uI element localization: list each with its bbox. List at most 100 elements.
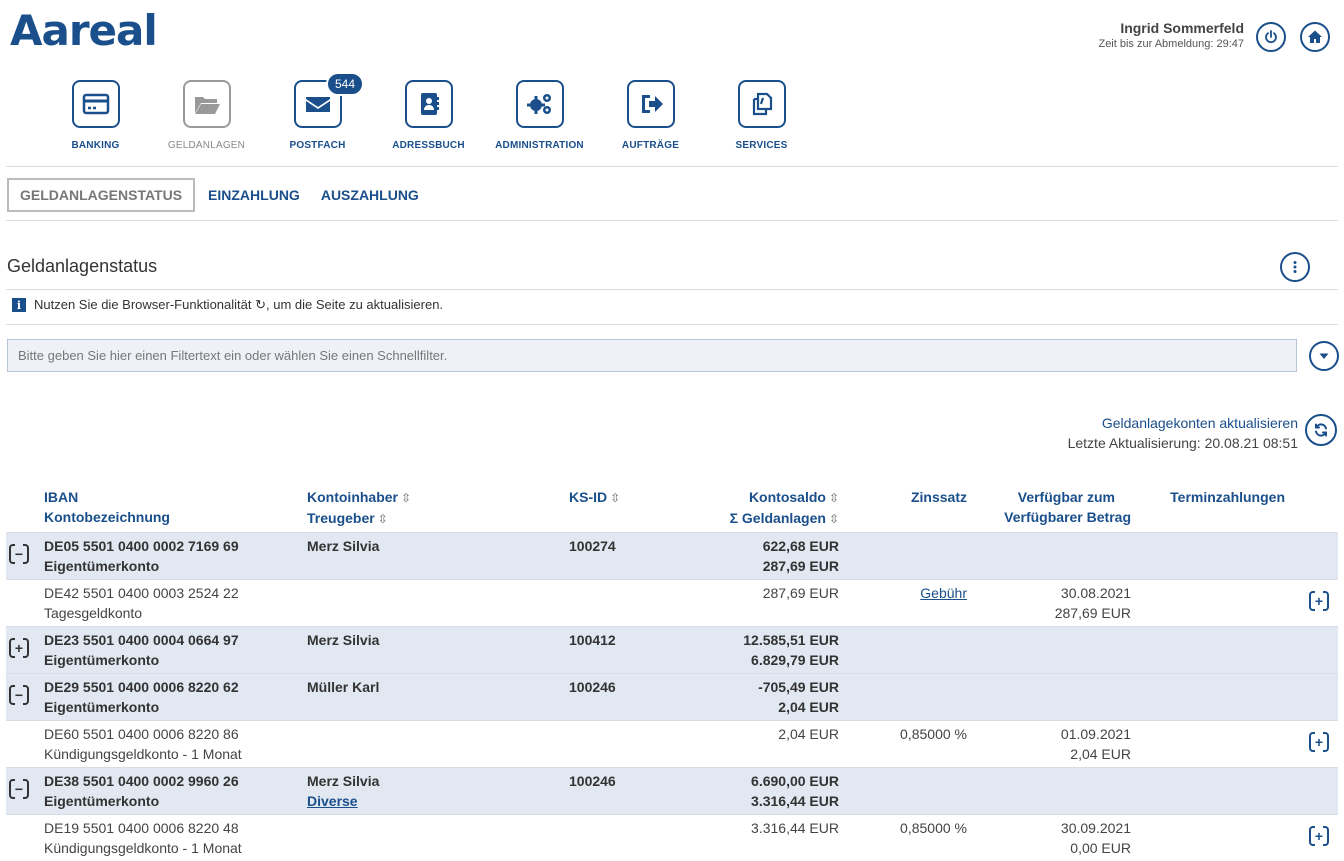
quick-filter-dropdown-button[interactable] (1309, 341, 1339, 371)
power-icon (1265, 30, 1277, 44)
aareal-logo[interactable]: Aareal (10, 6, 158, 55)
header-kontosaldo[interactable]: Kontosaldo ⇳ Σ Geldanlagen ⇳ (719, 484, 839, 533)
treugeber (307, 556, 569, 576)
kontobezeichnung: Kündigungsgeldkonto - 1 Monat (44, 746, 242, 762)
treugeber (307, 650, 569, 670)
header-kontobezeichnung-label: Kontobezeichnung (44, 509, 170, 525)
ks-id: 100274 (569, 538, 616, 554)
more-options-button[interactable] (1280, 252, 1310, 282)
divider (6, 289, 1338, 290)
ks-id: 100246 (569, 773, 616, 789)
kontosaldo: 287,69 EUR (762, 585, 839, 601)
vertical-dots-icon (1293, 261, 1297, 273)
nav-postfach[interactable]: 544 POSTFACH (262, 72, 373, 151)
kontoinhaber (307, 724, 569, 744)
header-terminzahlungen: Terminzahlungen (1170, 489, 1285, 505)
tab-einzahlung[interactable]: EINZAHLUNG (208, 187, 300, 203)
user-name: Ingrid Sommerfeld (1120, 20, 1244, 36)
sort-icon[interactable]: ⇳ (378, 512, 388, 526)
ks-id (569, 724, 719, 744)
summe-geldanlagen: 2,04 EUR (778, 699, 839, 715)
nav-label: POSTFACH (289, 140, 346, 151)
treugeber[interactable]: Diverse (307, 791, 569, 811)
nav-label: BANKING (71, 140, 120, 151)
iban: DE29 5501 0400 0006 8220 62 (44, 679, 239, 695)
header-verfuegbar: Verfügbar zum Verfügbarer Betrag (979, 484, 1131, 533)
divider (6, 220, 1338, 221)
collapse-row-button[interactable]: − (9, 685, 29, 705)
divider (6, 324, 1338, 325)
summe-geldanlagen: 3.316,44 EUR (751, 793, 839, 809)
nav-label: ADMINISTRATION (495, 140, 584, 151)
divider (6, 166, 1338, 167)
kontobezeichnung: Kündigungsgeldkonto - 1 Monat (44, 840, 242, 856)
kontobezeichnung: Tagesgeldkonto (44, 605, 143, 621)
ks-id (569, 583, 719, 603)
account-child-row: DE19 5501 0400 0006 8220 48 Kündigungsgel… (6, 814, 1338, 861)
verfuegbarer-betrag: 2,04 EUR (1070, 746, 1131, 762)
nav-services[interactable]: SERVICES (706, 80, 817, 151)
kontoinhaber: Merz Silvia (307, 632, 380, 648)
ks-id: 100412 (569, 632, 616, 648)
verfuegbarer-betrag: 0,00 EUR (1070, 840, 1131, 856)
account-group-row: − DE29 5501 0400 0006 8220 62 Eigentümerko… (6, 673, 1338, 721)
add-termin-button[interactable]: + (1309, 732, 1329, 752)
account-group-row: + DE23 5501 0400 0004 0664 97 Eigentümerko… (6, 626, 1338, 674)
sign-out-icon (626, 80, 675, 128)
refresh-button[interactable] (1305, 414, 1337, 446)
account-child-row: DE60 5501 0400 0006 8220 86 Kündigungsgel… (6, 720, 1338, 768)
info-message: i Nutzen Sie die Browser-Funktionalität … (12, 297, 443, 313)
header-iban[interactable]: IBAN Kontobezeichnung (44, 484, 307, 533)
summe-geldanlagen: 287,69 EUR (762, 558, 839, 574)
nav-label: SERVICES (735, 140, 788, 151)
sort-icon[interactable]: ⇳ (829, 491, 839, 505)
add-termin-button[interactable]: + (1309, 591, 1329, 611)
ks-id (569, 818, 719, 838)
ks-id: 100246 (569, 679, 616, 695)
kontoinhaber: Merz Silvia (307, 538, 380, 554)
account-child-row: DE42 5501 0400 0003 2524 22 Tagesgeldkont… (6, 579, 1338, 627)
iban: DE05 5501 0400 0002 7169 69 (44, 538, 239, 554)
verfuegbar-zum: 30.08.2021 (1060, 585, 1131, 601)
filter-input[interactable]: Bitte geben Sie hier einen Filtertext ei… (7, 339, 1297, 372)
logout-button[interactable] (1256, 22, 1286, 52)
nav-adressbuch[interactable]: ADRESSBUCH (373, 80, 484, 151)
kontosaldo: 12.585,51 EUR (743, 632, 839, 648)
iban: DE60 5501 0400 0006 8220 86 (44, 726, 239, 742)
nav-banking[interactable]: BANKING (40, 80, 151, 151)
kontosaldo: 2,04 EUR (778, 726, 839, 742)
collapse-row-button[interactable]: − (9, 779, 29, 799)
header-treugeber-label: Treugeber (307, 510, 375, 526)
header-verfuegbarer-betrag-label: Verfügbarer Betrag (1004, 509, 1131, 525)
sort-icon[interactable]: ⇳ (829, 512, 839, 526)
sort-icon[interactable]: ⇳ (401, 491, 411, 505)
gears-icon (515, 80, 564, 128)
session-timer: Zeit bis zur Abmeldung: 29:47 (1098, 38, 1244, 50)
info-text: Nutzen Sie die Browser-Funktionalität ↻,… (34, 297, 444, 312)
add-termin-button[interactable]: + (1309, 826, 1329, 846)
header-kontoinhaber[interactable]: Kontoinhaber ⇳ Treugeber ⇳ (307, 484, 569, 533)
tab-auszahlung[interactable]: AUSZAHLUNG (321, 187, 419, 203)
collapse-row-button[interactable]: − (9, 544, 29, 564)
sort-icon[interactable]: ⇳ (610, 491, 620, 505)
main-navigation: BANKING GELDANLAGEN 544 POSTFACH ADRESSB… (40, 72, 817, 151)
subtabs: GELDANLAGENSTATUS EINZAHLUNG AUSZAHLUNG (7, 178, 440, 212)
tab-geldanlagenstatus[interactable]: GELDANLAGENSTATUS (7, 178, 196, 212)
kontoinhaber (307, 818, 569, 838)
chevron-down-icon (1319, 353, 1329, 359)
nav-auftraege[interactable]: AUFTRÄGE (595, 80, 706, 151)
nav-administration[interactable]: ADMINISTRATION (484, 80, 595, 151)
refresh-accounts-link[interactable]: Geldanlagekonten aktualisieren (1068, 413, 1298, 433)
kontosaldo: 6.690,00 EUR (751, 773, 839, 789)
page-title: Geldanlagenstatus (7, 256, 158, 276)
home-button[interactable] (1300, 22, 1330, 52)
zinssatz[interactable]: Gebühr (839, 583, 967, 603)
expand-row-button[interactable]: + (9, 638, 29, 658)
address-book-icon (404, 80, 453, 128)
account-group-row: − DE05 5501 0400 0002 7169 69 Eigentümerko… (6, 532, 1338, 580)
nav-geldanlagen[interactable]: GELDANLAGEN (151, 80, 262, 151)
iban: DE23 5501 0400 0004 0664 97 (44, 632, 239, 648)
iban: DE42 5501 0400 0003 2524 22 (44, 585, 239, 601)
kontobezeichnung: Eigentümerkonto (44, 699, 160, 715)
header-ksid[interactable]: KS-ID ⇳ (569, 484, 719, 533)
